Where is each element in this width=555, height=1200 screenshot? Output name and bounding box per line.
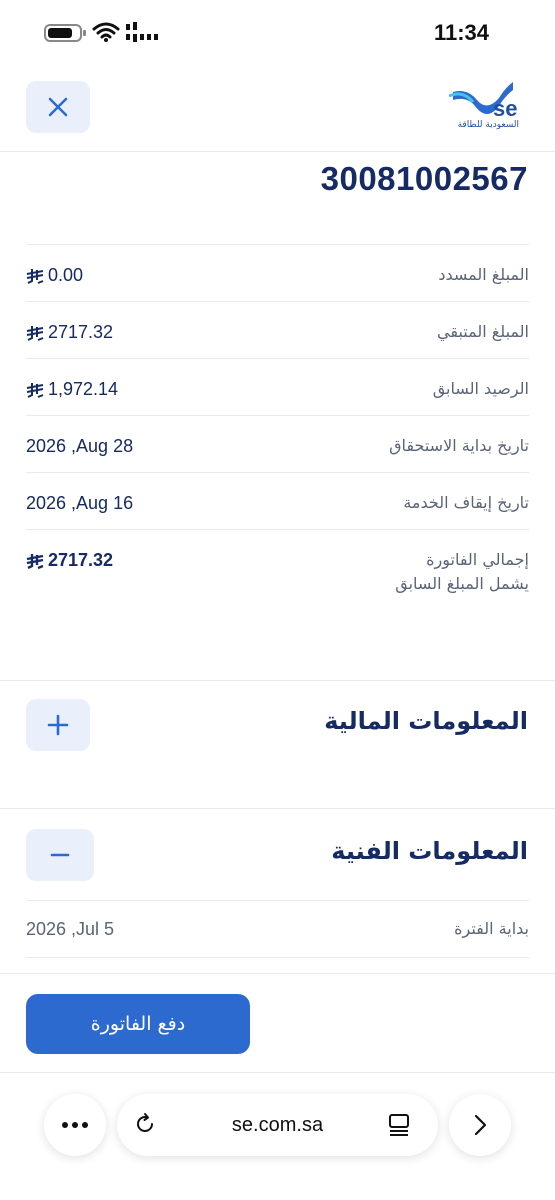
bill-row-value: 1,972.14 [26,379,118,400]
total-label: إجمالي الفاتورة [426,550,529,569]
bill-row-previous-balance: الرصيد السابق 1,972.14 [26,358,529,415]
technical-row-label: بداية الفترة [454,919,529,938]
bill-row-total: إجمالي الفاتورة يشمل المبلغ السابق 2717.… [26,529,529,629]
amount-text: 1,972.14 [48,379,119,399]
bill-row-value: 2026 ,Aug 16 [26,493,134,513]
bill-summary: المبلغ المسدد 0.00 المبلغ المتبقي 2717.3… [26,244,529,629]
reader-mode-icon[interactable] [388,1113,410,1137]
technical-row-period-start: بداية الفترة 2026 ,Jul 5 [26,900,529,958]
bill-row-label: تاريخ إيقاف الخدمة [403,493,529,512]
financial-info-section: المعلومات المالية [0,680,555,808]
app-header: se السعودية للطاقة [0,66,555,152]
close-button[interactable] [26,81,90,133]
riyal-currency-icon [26,268,44,284]
wifi-icon [92,22,120,42]
logo-caption: السعودية للطاقة [457,120,519,130]
forward-button[interactable] [449,1094,511,1156]
chevron-right-icon [474,1114,487,1136]
riyal-currency-icon [26,382,44,398]
riyal-currency-icon [26,325,44,341]
expand-button[interactable] [26,699,90,751]
bill-row-label: المبلغ المتبقي [437,322,529,341]
saudi-electricity-logo: se السعودية للطاقة [448,78,519,138]
minus-icon [50,853,70,857]
amount-text: 2717.32 [48,550,114,570]
status-bar: 11:34 [0,0,555,66]
account-number: 30081002567 [320,160,528,197]
close-icon [48,97,68,117]
cellular-signal-icon [126,22,158,42]
riyal-currency-icon [26,553,44,569]
amount-text: 0.00 [48,265,84,285]
bill-row-label: الرصيد السابق [432,379,529,398]
status-time: 11:34 [433,20,489,45]
collapse-button[interactable] [26,829,94,881]
more-options-button[interactable] [44,1094,106,1156]
technical-info-section: المعلومات الفنية [0,808,555,900]
bill-row-remaining: المبلغ المتبقي 2717.32 [26,301,529,358]
battery-icon [44,24,86,42]
bill-row-label: المبلغ المسدد [438,265,529,284]
bill-row-disconnection-date: تاريخ إيقاف الخدمة 2026 ,Aug 16 [26,472,529,529]
logo-wave-icon: se [448,82,517,121]
bill-row-due-date: تاريخ بداية الاستحقاق 2026 ,Aug 28 [26,415,529,472]
pay-bill-area: دفع الفاتورة [0,973,555,1073]
plus-icon [47,714,69,736]
amount-text: 2717.32 [48,322,114,342]
logo-mark: se [493,96,517,118]
browser-toolbar: se.com.sa [0,1092,555,1158]
bill-row-label: تاريخ بداية الاستحقاق [389,436,529,455]
bill-row-value: 2026 ,Aug 28 [26,436,134,456]
bill-row-value: 0.00 [26,265,83,286]
bill-row-paid: المبلغ المسدد 0.00 [26,244,529,301]
address-bar[interactable]: se.com.sa [117,1094,438,1156]
bill-row-value: 2717.32 [26,322,113,343]
battery-fill [48,28,72,38]
pay-bill-button[interactable]: دفع الفاتورة [26,994,250,1054]
total-value: 2717.32 [26,550,113,571]
section-title: المعلومات المالية [324,707,528,735]
total-sublabel: يشمل المبلغ السابق [395,574,529,593]
technical-row-value: 2026 ,Jul 5 [26,919,115,939]
more-dots-icon [62,1122,88,1128]
section-title: المعلومات الفنية [331,837,528,865]
